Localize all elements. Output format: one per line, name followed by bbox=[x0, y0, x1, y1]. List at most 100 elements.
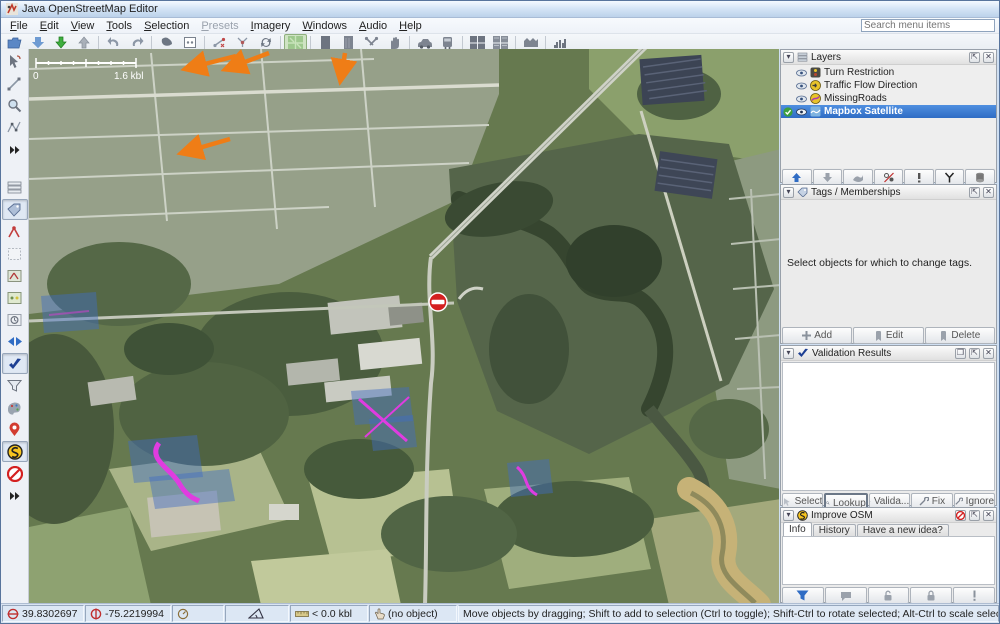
heading-clock-icon bbox=[177, 608, 189, 620]
collapse-improveosm-icon[interactable]: ▾ bbox=[783, 510, 794, 521]
layer-row-traffic-flow[interactable]: Traffic Flow Direction bbox=[781, 79, 996, 92]
marker-dialog-button[interactable] bbox=[2, 419, 28, 440]
selection-dialog-button[interactable] bbox=[2, 243, 28, 264]
latitude-value: 39.8302697 bbox=[22, 608, 77, 620]
title-bar: Java OpenStreetMap Editor bbox=[1, 1, 999, 18]
distance-field: < 0.0 kbl bbox=[290, 605, 368, 622]
missingroads-layer-icon bbox=[810, 93, 821, 104]
help-text: Move objects by dragging; Shift to add t… bbox=[458, 605, 999, 622]
layer-row-turn-restriction[interactable]: Turn Restriction bbox=[781, 66, 996, 79]
improve-way-accuracy-tool-button[interactable] bbox=[2, 117, 28, 138]
status-bar: 39.8302697 -75.2219994 < 0.0 kbl (no obj… bbox=[1, 603, 999, 623]
menu-imagery[interactable]: Imagery bbox=[245, 20, 297, 32]
pointing-hand-icon bbox=[374, 608, 385, 620]
latitude-icon bbox=[7, 608, 19, 620]
scale-zero-label: 0 bbox=[33, 71, 39, 82]
window-title: Java OpenStreetMap Editor bbox=[22, 3, 158, 15]
improveosm-tabs: Info History Have a new idea? bbox=[781, 523, 996, 536]
zoom-tool-button[interactable] bbox=[2, 95, 28, 116]
detach-validation-icon[interactable]: ❐ bbox=[955, 348, 966, 359]
close-layers-icon[interactable]: ✕ bbox=[983, 52, 994, 63]
dock-improveosm-icon[interactable]: ⇱ bbox=[969, 510, 980, 521]
history-dialog-button[interactable] bbox=[2, 309, 28, 330]
layer-name: Mapbox Satellite bbox=[824, 106, 903, 117]
validation-results-list[interactable] bbox=[782, 362, 995, 491]
layers-panel: ▾ Layers ⇱ ✕ Turn Restriction Traffic Fl bbox=[780, 49, 997, 183]
object-field: (no object) bbox=[369, 605, 457, 622]
improveosm-unlock-button[interactable] bbox=[868, 587, 910, 604]
layers-dialog-button[interactable] bbox=[2, 177, 28, 198]
map-paint-dialog-button[interactable] bbox=[2, 397, 28, 418]
longitude-field: -75.2219994 bbox=[85, 605, 171, 622]
menu-file[interactable]: File bbox=[4, 20, 34, 32]
tab-history[interactable]: History bbox=[813, 524, 856, 536]
distance-value: < 0.0 kbl bbox=[312, 608, 352, 620]
tag-icon bbox=[797, 187, 808, 197]
longitude-icon bbox=[90, 608, 102, 620]
angle-icon bbox=[248, 608, 264, 619]
dock-tags-icon[interactable]: ⇱ bbox=[969, 187, 980, 198]
menu-windows[interactable]: Windows bbox=[296, 20, 353, 32]
validation-check-icon bbox=[797, 348, 809, 358]
improveosm-panel-title: Improve OSM bbox=[811, 510, 952, 521]
menu-edit[interactable]: Edit bbox=[34, 20, 65, 32]
move-tool-button[interactable] bbox=[2, 51, 28, 72]
improveosm-lock-button[interactable] bbox=[910, 587, 952, 604]
menu-presets: Presets bbox=[195, 20, 244, 32]
josm-window: Java OpenStreetMap Editor File Edit View… bbox=[0, 0, 1000, 624]
improveosm-panel: ▾ Improve OSM ⇱ ✕ Info History Have a ne… bbox=[780, 507, 997, 603]
relation-dialog-button[interactable] bbox=[2, 221, 28, 242]
map-canvas[interactable]: 0 1.6 kbl bbox=[29, 49, 781, 605]
layer-row-mapbox-satellite[interactable]: Mapbox Satellite bbox=[781, 105, 996, 118]
close-improveosm-icon[interactable]: ✕ bbox=[983, 510, 994, 521]
tab-have-a-new-idea[interactable]: Have a new idea? bbox=[857, 524, 949, 536]
collapse-layers-icon[interactable]: ▾ bbox=[783, 52, 794, 63]
menu-view[interactable]: View bbox=[65, 20, 101, 32]
dock-layers-icon[interactable]: ⇱ bbox=[969, 52, 980, 63]
close-validation-icon[interactable]: ✕ bbox=[983, 348, 994, 359]
edit-tag-button[interactable]: Edit bbox=[853, 327, 923, 344]
menu-bar: File Edit View Tools Selection Presets I… bbox=[1, 18, 999, 34]
tags-dialog-button[interactable] bbox=[2, 199, 28, 220]
scout-sign-dialog-button[interactable] bbox=[2, 441, 28, 462]
edit-toolbar bbox=[1, 49, 29, 603]
delete-tag-button[interactable]: Delete bbox=[925, 327, 995, 344]
visibility-eye-icon[interactable] bbox=[796, 69, 807, 77]
menu-selection[interactable]: Selection bbox=[138, 20, 195, 32]
conflict-dialog-button[interactable] bbox=[2, 331, 28, 352]
validation-panel-title: Validation Results bbox=[812, 348, 952, 359]
turn-restriction-dialog-button[interactable] bbox=[2, 463, 28, 484]
satellite-imagery: 0 1.6 kbl bbox=[29, 49, 781, 605]
collapse-validation-icon[interactable]: ▾ bbox=[783, 348, 794, 359]
menu-help[interactable]: Help bbox=[393, 20, 428, 32]
menu-tools[interactable]: Tools bbox=[100, 20, 138, 32]
visibility-eye-icon[interactable] bbox=[796, 108, 807, 116]
validation-panel: ▾ Validation Results ❐ ⇱ ✕ Select Lookup… bbox=[780, 345, 997, 506]
visibility-eye-icon[interactable] bbox=[796, 82, 807, 90]
menu-audio[interactable]: Audio bbox=[353, 20, 393, 32]
tab-info[interactable]: Info bbox=[783, 522, 812, 536]
more-dialogs-button[interactable] bbox=[2, 485, 28, 506]
improveosm-flag-button[interactable] bbox=[953, 587, 995, 604]
improveosm-filter-button[interactable] bbox=[782, 587, 824, 604]
layer-row-missingroads[interactable]: MissingRoads bbox=[781, 92, 996, 105]
more-tools-button[interactable] bbox=[2, 139, 28, 160]
validator-dialog-button[interactable] bbox=[2, 353, 28, 374]
improveosm-disable-icon[interactable] bbox=[955, 510, 966, 521]
collapse-tags-icon[interactable]: ▾ bbox=[783, 187, 794, 198]
filter-dialog-button[interactable] bbox=[2, 375, 28, 396]
improveosm-comment-button[interactable] bbox=[825, 587, 867, 604]
layer-name: Turn Restriction bbox=[824, 67, 894, 78]
visibility-eye-icon[interactable] bbox=[796, 95, 807, 103]
dialog-column: ▾ Layers ⇱ ✕ Turn Restriction Traffic Fl bbox=[779, 49, 999, 605]
close-tags-icon[interactable]: ✕ bbox=[983, 187, 994, 198]
map-style-dialog-button[interactable] bbox=[2, 265, 28, 286]
ruler-icon bbox=[295, 610, 309, 618]
draw-node-tool-button[interactable] bbox=[2, 73, 28, 94]
add-tag-button[interactable]: Add bbox=[782, 327, 852, 344]
latitude-field: 39.8302697 bbox=[2, 605, 84, 622]
menu-search-input[interactable] bbox=[861, 19, 995, 32]
command-stack-dialog-button[interactable] bbox=[2, 287, 28, 308]
dock-validation-icon[interactable]: ⇱ bbox=[969, 348, 980, 359]
layers-panel-title: Layers bbox=[811, 52, 966, 63]
